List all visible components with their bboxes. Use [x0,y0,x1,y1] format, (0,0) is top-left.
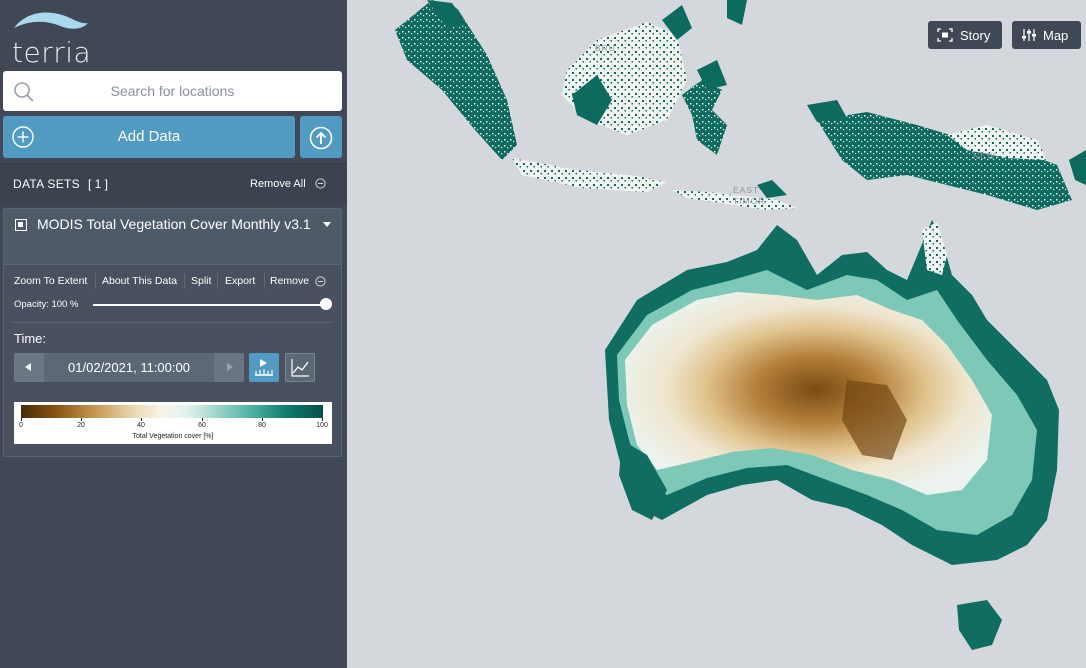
remove-all-button[interactable]: Remove All [250,178,306,190]
line-chart-icon [291,359,309,377]
legend-tick-label: 20 [77,422,85,429]
timeline-play-button[interactable] [249,353,279,382]
story-button[interactable]: Story [928,21,1002,49]
legend-caption: Total Vegetation cover [%] [132,433,214,440]
date-time-value[interactable]: 01/02/2021, 11:00:00 [44,360,214,375]
separator [264,273,265,289]
remove-button[interactable]: Remove [270,275,309,287]
legend-color-bar: 0 20 40 60 80 100 Total Vegetation cover… [14,402,332,444]
dataset-card-header[interactable]: MODIS Total Vegetation Cover Monthly v3.… [4,209,341,265]
time-label: Time: [14,331,47,346]
search-input[interactable]: Search for locations [3,71,342,111]
opacity-label: Opacity: 100 % [14,299,79,310]
add-data-button[interactable]: Add Data [3,116,295,158]
next-date-button[interactable] [214,353,244,382]
legend-tick [322,418,323,421]
export-button[interactable]: Export [225,275,255,287]
map-settings-button[interactable]: Map [1012,21,1081,49]
search-placeholder: Search for locations [110,83,235,99]
previous-date-button[interactable] [14,353,44,382]
map-label: Map [1043,28,1069,43]
remove-icon[interactable] [315,276,326,287]
add-data-label: Add Data [117,128,181,145]
timeline-icon [255,359,273,376]
date-time-picker: 01/02/2021, 11:00:00 [14,353,244,382]
legend-tick [141,418,142,421]
map-view[interactable]: BRU EAST TIMOR NEW Story Map [347,0,1086,668]
datasets-title: DATA SETS [13,177,80,191]
map-label-new: NEW [973,151,996,161]
sliders-icon [1022,29,1036,41]
opacity-slider-track[interactable] [93,304,326,306]
legend-tick-label: 60 [198,422,206,429]
dataset-card: MODIS Total Vegetation Cover Monthly v3.… [3,208,342,457]
opacity-slider-handle[interactable] [320,298,332,310]
upload-icon [309,126,333,150]
zoom-to-extent-button[interactable]: Zoom To Extent [14,275,87,287]
legend-tick [81,418,82,421]
legend-gradient [21,405,323,418]
map-label-east: EAST [733,185,760,195]
legend-tick [262,418,263,421]
dataset-title[interactable]: MODIS Total Vegetation Cover Monthly v3.… [37,215,312,234]
divider [11,322,333,323]
story-label: Story [960,28,991,43]
remove-all-icon[interactable] [315,178,326,189]
dataset-actions: Zoom To Extent About This Data Split Exp… [4,271,341,291]
separator [95,273,96,289]
about-this-data-button[interactable]: About This Data [102,275,177,287]
legend-ticks [21,418,323,422]
map-label-brunei: BRU [595,43,616,53]
upload-button[interactable] [300,116,342,158]
vegetation-map[interactable] [347,0,1086,668]
legend-tick-label: 100 [316,422,328,429]
collapse-caret-icon[interactable] [323,222,331,227]
visibility-checkbox[interactable] [15,219,27,231]
datasets-count: [ 1 ] [88,177,109,191]
map-label-timor: TIMOR [733,196,766,206]
legend-tick-label: 80 [258,422,266,429]
legend-tick [21,418,22,421]
legend-tick-label: 0 [19,422,23,429]
legend-tick [202,418,203,421]
feature-info-chart-button[interactable] [285,353,315,382]
legend-tick-label: 40 [137,422,145,429]
terria-logo[interactable]: terria [12,8,92,69]
split-button[interactable]: Split [191,275,211,287]
separator [184,273,185,289]
story-icon [937,28,953,42]
workbench-sidebar: terria Search for locations Add Data DAT… [0,0,347,668]
logo-text: terria [12,36,92,69]
datasets-header: DATA SETS [ 1 ] Remove All [0,164,347,204]
separator [217,273,218,289]
